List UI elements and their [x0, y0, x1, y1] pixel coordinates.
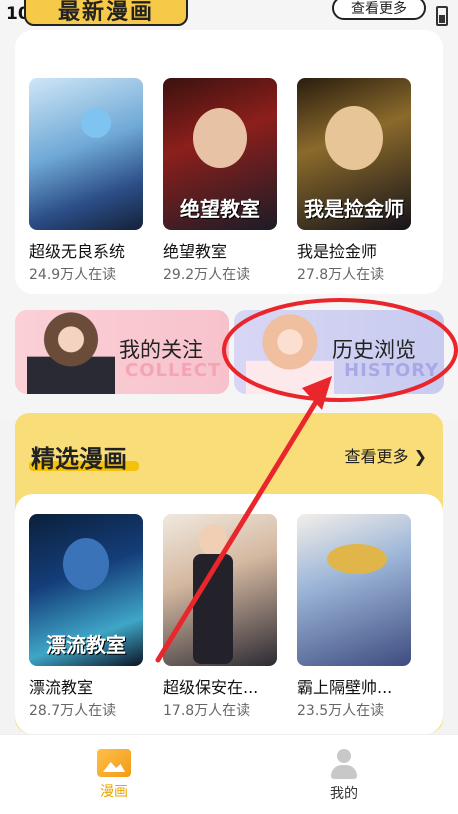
comic-readers: 27.8万人在读 — [297, 267, 385, 283]
latest-more-label: 查看更多 — [351, 1, 407, 17]
cover-art — [193, 554, 233, 664]
comic-readers: 28.7万人在读 — [29, 703, 117, 719]
collect-watermark: COLLECT — [125, 360, 222, 381]
latest-comics-card: 超级无良系统 24.9万人在读 绝望教室 绝望教室 29.2万人在读 我是捡金师… — [15, 30, 443, 294]
featured-comics-card: 漂流教室 漂流教室 28.7万人在读 超级保安在... 17.8万人在读 霸上隔… — [15, 494, 443, 734]
comic-readers: 23.5万人在读 — [297, 703, 385, 719]
history-watermark: HISTORY — [344, 360, 440, 381]
nav-mine-label: 我的 — [330, 786, 358, 802]
comic-item[interactable]: 超级无良系统 24.9万人在读 — [29, 78, 143, 284]
comic-cover[interactable] — [29, 78, 143, 230]
latest-section-banner: 最新漫画 — [24, 0, 188, 26]
cover-art — [81, 108, 111, 138]
cover-text: 绝望教室 — [180, 197, 260, 221]
collect-shortcut[interactable]: 我的关注 COLLECT — [15, 310, 229, 394]
battery-icon — [436, 6, 448, 26]
featured-comics-row: 漂流教室 漂流教室 28.7万人在读 超级保安在... 17.8万人在读 霸上隔… — [29, 514, 431, 720]
comic-title[interactable]: 绝望教室 — [163, 238, 277, 262]
comic-title[interactable]: 超级保安在... — [163, 674, 277, 698]
comic-cover[interactable]: 绝望教室 — [163, 78, 277, 230]
featured-more-button[interactable]: 查看更多 ❯ — [344, 443, 427, 467]
comic-item[interactable]: 绝望教室 绝望教室 29.2万人在读 — [163, 78, 277, 284]
comic-item[interactable]: 超级保安在... 17.8万人在读 — [163, 514, 277, 720]
comic-item[interactable]: 霸上隔壁帅... 23.5万人在读 — [297, 514, 411, 720]
latest-comics-row: 超级无良系统 24.9万人在读 绝望教室 绝望教室 29.2万人在读 我是捡金师… — [29, 78, 431, 284]
nav-comic-label: 漫画 — [100, 784, 128, 800]
cover-art — [327, 544, 387, 574]
comic-readers: 17.8万人在读 — [163, 703, 251, 719]
comic-cover[interactable] — [163, 514, 277, 666]
nav-mine[interactable]: 我的 — [314, 749, 374, 803]
history-art — [246, 310, 334, 394]
comic-title[interactable]: 漂流教室 — [29, 674, 143, 698]
comic-cover[interactable]: 我是捡金师 — [297, 78, 411, 230]
comic-cover[interactable] — [297, 514, 411, 666]
chevron-right-icon: ❯ — [413, 447, 427, 466]
comic-readers: 29.2万人在读 — [163, 267, 251, 283]
collect-art — [27, 310, 115, 394]
cover-text: 我是捡金师 — [304, 197, 404, 221]
bottom-nav: 漫画 我的 — [0, 734, 458, 814]
cover-art — [199, 524, 227, 556]
comic-title[interactable]: 霸上隔壁帅... — [297, 674, 411, 698]
cover-art — [325, 106, 383, 170]
comic-item[interactable]: 我是捡金师 我是捡金师 27.8万人在读 — [297, 78, 411, 284]
comic-cover[interactable]: 漂流教室 — [29, 514, 143, 666]
featured-title: 精选漫画 — [31, 445, 127, 473]
comic-icon — [97, 749, 131, 777]
cover-art — [193, 108, 247, 168]
cover-text: 漂流教室 — [46, 633, 126, 657]
history-shortcut[interactable]: 历史浏览 HISTORY — [234, 310, 444, 394]
comic-item[interactable]: 漂流教室 漂流教室 28.7万人在读 — [29, 514, 143, 720]
user-icon — [329, 749, 359, 779]
comic-title[interactable]: 我是捡金师 — [297, 238, 411, 262]
comic-readers: 24.9万人在读 — [29, 267, 117, 283]
cover-art — [63, 538, 109, 590]
latest-section-title: 最新漫画 — [57, 0, 154, 25]
featured-more-label: 查看更多 — [344, 447, 409, 466]
comic-title[interactable]: 超级无良系统 — [29, 238, 143, 262]
nav-comic[interactable]: 漫画 — [84, 749, 144, 801]
latest-more-button[interactable]: 查看更多 — [332, 0, 426, 20]
